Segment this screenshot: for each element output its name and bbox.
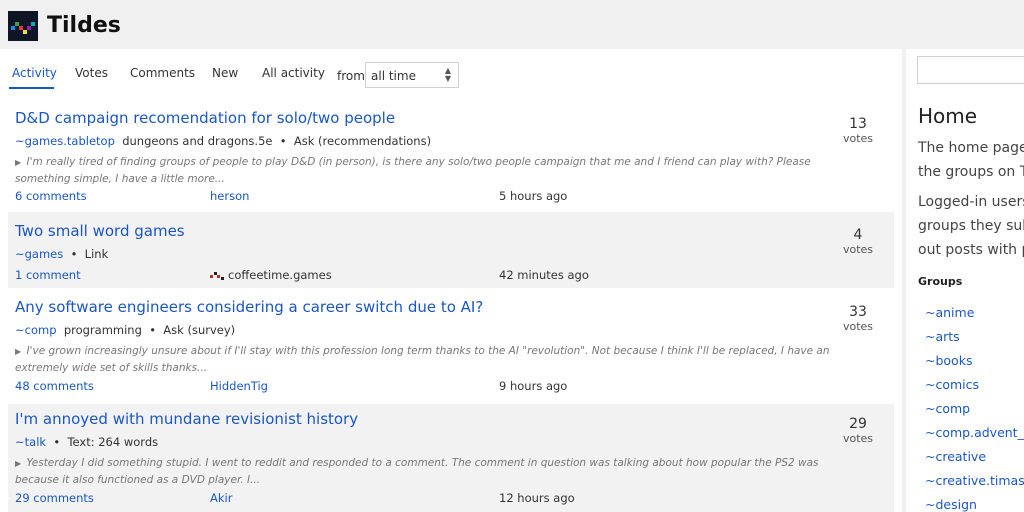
sidebar-description-line: groups they sub bbox=[918, 218, 1024, 234]
domain-text: coffeetime.games bbox=[228, 268, 332, 282]
topic-excerpt[interactable]: ▶ I'm really tired of finding groups of … bbox=[15, 154, 830, 187]
sidebar-group-link[interactable]: ~arts bbox=[925, 329, 960, 344]
topic-time: 5 hours ago bbox=[499, 189, 568, 203]
sidebar-group-link[interactable]: ~design bbox=[925, 497, 977, 512]
topic-title[interactable]: Two small word games bbox=[15, 222, 185, 240]
tab-votes[interactable]: Votes bbox=[75, 66, 108, 80]
select-arrows-icon: ▲ ▼ bbox=[444, 66, 451, 83]
topic-meta: ~games • Link bbox=[15, 247, 109, 261]
topic-meta: ~talk • Text: 264 words bbox=[15, 435, 159, 449]
topic-meta: ~comp programming • Ask (survey) bbox=[15, 323, 236, 337]
topic-item: Any software engineers considering a car… bbox=[8, 290, 894, 402]
topic-item: I'm annoyed with mundane revisionist his… bbox=[8, 404, 894, 512]
vote-count[interactable]: 29 bbox=[828, 416, 888, 432]
topic-listing: Activity Votes Comments New All activity… bbox=[0, 49, 902, 512]
vote-count[interactable]: 4 bbox=[828, 227, 888, 243]
tildes-logo-icon[interactable] bbox=[8, 11, 38, 41]
topic-type: Ask (survey) bbox=[163, 323, 236, 337]
active-tab-indicator bbox=[9, 87, 54, 89]
topic-time: 42 minutes ago bbox=[499, 268, 589, 282]
topic-title[interactable]: I'm annoyed with mundane revisionist his… bbox=[15, 410, 358, 428]
topic-title[interactable]: Any software engineers considering a car… bbox=[15, 298, 483, 316]
topic-tags[interactable]: dungeons and dragons.5e bbox=[122, 134, 272, 148]
sidebar-group-link[interactable]: ~books bbox=[925, 353, 972, 368]
site-header: Tildes bbox=[0, 0, 1024, 49]
tab-activity[interactable]: Activity bbox=[12, 66, 57, 80]
excerpt-text: Yesterday I did something stupid. I went… bbox=[15, 457, 819, 486]
sidebar-group-link[interactable]: ~comics bbox=[925, 377, 979, 392]
vote-label: votes bbox=[842, 320, 874, 333]
period-select[interactable]: all time ▲ ▼ bbox=[365, 62, 459, 88]
topic-meta: ~games.tabletop dungeons and dragons.5e … bbox=[15, 134, 432, 148]
topic-type: Link bbox=[84, 247, 109, 261]
vote-label: votes bbox=[842, 132, 874, 145]
vote-count[interactable]: 33 bbox=[828, 304, 888, 320]
topic-type: Ask (recommendations) bbox=[293, 134, 432, 148]
tab-new[interactable]: New bbox=[212, 66, 238, 80]
topic-group-link[interactable]: ~talk bbox=[15, 435, 46, 449]
topic-time: 12 hours ago bbox=[499, 491, 575, 505]
search-input[interactable] bbox=[917, 56, 1024, 84]
sidebar-group-link[interactable]: ~anime bbox=[925, 305, 974, 320]
sidebar-group-link[interactable]: ~comp.advent_o bbox=[925, 425, 1024, 440]
sidebar-group-link[interactable]: ~comp bbox=[925, 401, 970, 416]
vote-label: votes bbox=[842, 432, 874, 445]
topic-author[interactable]: herson bbox=[210, 189, 249, 203]
site-title[interactable]: Tildes bbox=[47, 11, 121, 41]
topic-group-link[interactable]: ~games bbox=[15, 247, 63, 261]
tab-all-activity[interactable]: All activity bbox=[262, 66, 325, 80]
groups-heading: Groups bbox=[918, 275, 963, 288]
topic-time: 9 hours ago bbox=[499, 379, 568, 393]
topic-comments-link[interactable]: 1 comment bbox=[15, 268, 81, 282]
topic-author[interactable]: Akir bbox=[210, 491, 232, 505]
topic-author[interactable]: HiddenTig bbox=[210, 379, 268, 393]
site-favicon-icon bbox=[210, 271, 224, 280]
tab-comments[interactable]: Comments bbox=[130, 66, 195, 80]
topic-tags[interactable]: programming bbox=[64, 323, 142, 337]
vote-count[interactable]: 13 bbox=[828, 116, 888, 132]
topic-comments-link[interactable]: 48 comments bbox=[15, 379, 94, 393]
expand-arrow-icon: ▶ bbox=[15, 347, 22, 356]
vote-label: votes bbox=[842, 243, 874, 256]
sidebar-heading: Home bbox=[918, 104, 978, 128]
topic-type: Text: 264 words bbox=[67, 435, 159, 449]
sidebar-group-link[interactable]: ~creative.timaso bbox=[925, 473, 1024, 488]
sidebar-description-line: out posts with p bbox=[918, 242, 1024, 258]
sidebar-group-link[interactable]: ~creative bbox=[925, 449, 986, 464]
topic-comments-link[interactable]: 6 comments bbox=[15, 189, 87, 203]
topic-domain[interactable]: coffeetime.games bbox=[210, 268, 332, 282]
topic-group-link[interactable]: ~comp bbox=[15, 323, 57, 337]
topic-excerpt[interactable]: ▶ I've grown increasingly unsure about i… bbox=[15, 343, 830, 376]
sidebar: Home The home page the groups on T Logge… bbox=[906, 49, 1024, 512]
sidebar-description-line: Logged-in users bbox=[918, 194, 1024, 210]
topic-excerpt[interactable]: ▶ Yesterday I did something stupid. I we… bbox=[15, 455, 830, 488]
period-select-value: all time bbox=[371, 69, 416, 83]
excerpt-text: I've grown increasingly unsure about if … bbox=[15, 345, 830, 374]
expand-arrow-icon: ▶ bbox=[15, 158, 22, 167]
sort-tabs: Activity Votes Comments New All activity… bbox=[0, 49, 902, 93]
topic-item: Two small word games ~games • Link 1 com… bbox=[8, 212, 894, 288]
topic-group-link[interactable]: ~games.tabletop bbox=[15, 134, 115, 148]
topic-comments-link[interactable]: 29 comments bbox=[15, 491, 94, 505]
expand-arrow-icon: ▶ bbox=[15, 459, 22, 468]
sidebar-description-line: The home page bbox=[918, 140, 1024, 156]
topic-item: D&D campaign recomendation for solo/two … bbox=[8, 99, 894, 209]
excerpt-text: I'm really tired of finding groups of pe… bbox=[15, 156, 811, 185]
sidebar-description-line: the groups on T bbox=[918, 164, 1024, 180]
topic-title[interactable]: D&D campaign recomendation for solo/two … bbox=[15, 109, 395, 127]
period-label: from bbox=[337, 69, 365, 83]
